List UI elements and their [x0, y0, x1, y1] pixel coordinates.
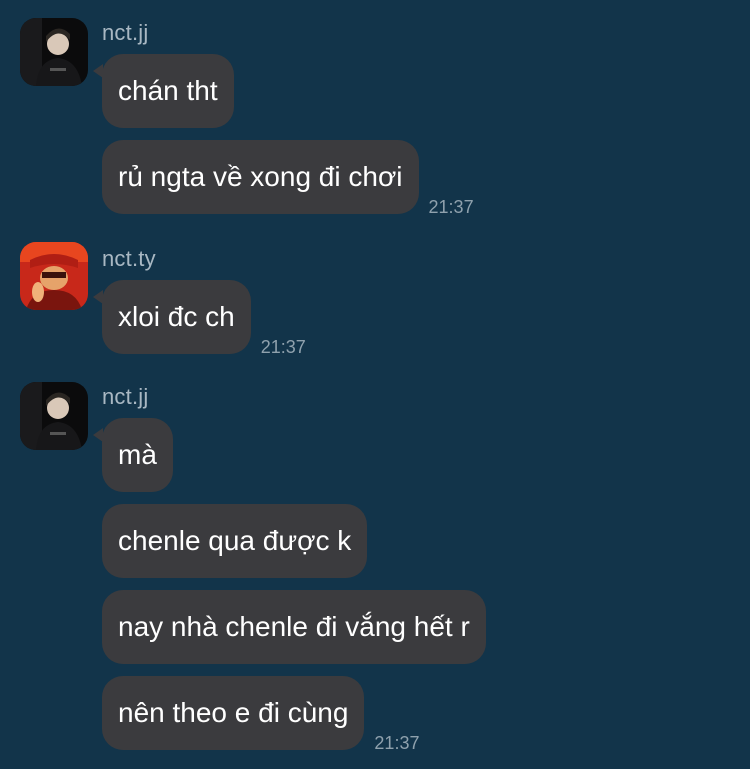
avatar-nct-jj[interactable] — [20, 382, 88, 450]
message-row: nay nhà chenle đi vắng hết r — [102, 590, 486, 664]
message-bubble[interactable]: chenle qua được k — [102, 504, 368, 578]
profile-photo-icon — [20, 242, 88, 310]
message-row: chenle qua được k — [102, 504, 368, 578]
message-row: mà — [93, 418, 173, 492]
message-row: rủ ngta về xong đi chơi 21:37 — [102, 140, 474, 217]
avatar-nct-jj[interactable] — [20, 18, 88, 86]
chat-thread: nct.jj chán tht rủ ngta về xong đi chơi … — [0, 0, 750, 769]
avatar-nct-ty[interactable] — [20, 242, 88, 310]
message-row: chán tht — [93, 54, 234, 128]
message-bubble[interactable]: rủ ngta về xong đi chơi — [102, 140, 419, 214]
message-bubble[interactable]: chán tht — [93, 54, 234, 128]
sender-name: nct.jj — [102, 20, 149, 45]
profile-photo-icon — [20, 18, 88, 86]
message-bubble[interactable]: nên theo e đi cùng — [102, 676, 365, 750]
message-bubble[interactable]: xloi đc ch — [93, 280, 251, 354]
message-row: xloi đc ch 21:37 — [93, 280, 306, 357]
profile-photo-icon — [20, 382, 88, 450]
message-timestamp: 21:37 — [428, 197, 474, 217]
message-bubble[interactable]: nay nhà chenle đi vắng hết r — [102, 590, 486, 664]
message-timestamp: 21:37 — [260, 337, 306, 357]
message-row: nên theo e đi cùng 21:37 — [102, 676, 419, 753]
sender-name: nct.jj — [102, 384, 149, 409]
sender-name: nct.ty — [102, 246, 156, 271]
message-bubble[interactable]: mà — [93, 418, 173, 492]
message-timestamp: 21:37 — [374, 733, 420, 753]
